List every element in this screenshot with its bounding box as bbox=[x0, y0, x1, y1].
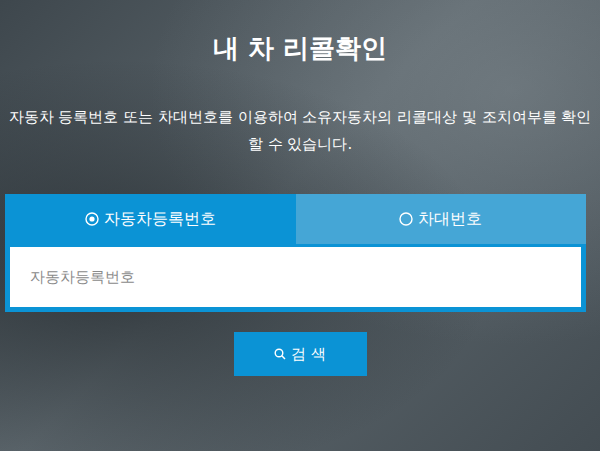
radio-icon[interactable] bbox=[85, 212, 99, 226]
search-panel: 자동차등록번호차대번호 bbox=[5, 194, 586, 312]
search-button[interactable]: 검 색 bbox=[234, 332, 367, 376]
search-type-tabs: 자동차등록번호차대번호 bbox=[5, 194, 586, 244]
magnifier-icon bbox=[274, 348, 286, 360]
search-field-frame bbox=[5, 244, 586, 312]
search-type-tab[interactable]: 자동차등록번호 bbox=[5, 194, 296, 244]
radio-icon[interactable] bbox=[399, 212, 413, 226]
recall-check-page: 내 차 리콜확인자동차 등록번호 또는 차대번호를 이용하여 소유자동차의 리콜… bbox=[0, 0, 600, 451]
page-title: 내 차 리콜확인 bbox=[0, 30, 600, 66]
search-type-tab[interactable]: 차대번호 bbox=[296, 194, 587, 244]
search-input[interactable] bbox=[10, 247, 581, 307]
page-description: 자동차 등록번호 또는 차대번호를 이용하여 소유자동차의 리콜대상 및 조치여… bbox=[0, 104, 600, 158]
